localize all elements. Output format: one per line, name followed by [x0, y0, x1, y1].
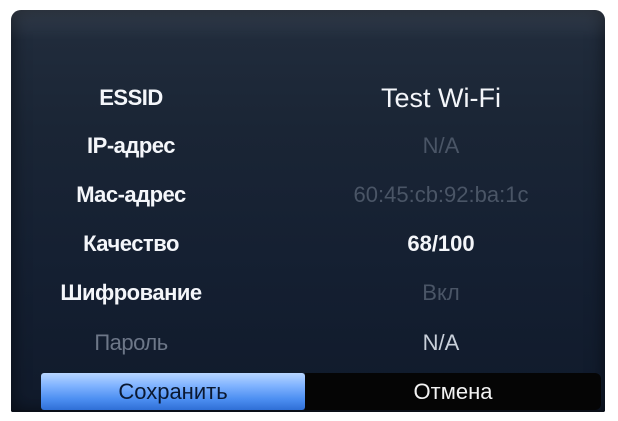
ip-address-label: IP-адрес — [87, 133, 175, 158]
encryption-row: Шифрование Вкл — [11, 271, 605, 315]
button-bar: Сохранить Отмена — [41, 373, 601, 410]
password-row: Пароль N/A — [11, 321, 605, 365]
encryption-value[interactable]: Вкл — [281, 271, 601, 315]
cancel-button[interactable]: Отмена — [305, 373, 601, 410]
mac-address-label: Mac-адрес — [76, 182, 186, 207]
mac-address-row: Mac-адрес 60:45:cb:92:ba:1c — [11, 173, 605, 217]
panel-bottom-edge — [11, 410, 605, 412]
essid-label: ESSID — [99, 85, 163, 110]
ip-address-value: N/A — [422, 133, 460, 158]
quality-label: Качество — [83, 231, 179, 256]
essid-row: ESSID Test Wi-Fi — [11, 76, 605, 120]
password-value[interactable]: N/A — [281, 321, 601, 365]
quality-row: Качество 68/100 — [11, 222, 605, 266]
quality-value: 68/100 — [407, 231, 475, 256]
mac-address-value: 60:45:cb:92:ba:1c — [353, 182, 529, 207]
encryption-label: Шифрование — [60, 280, 202, 305]
ip-address-row: IP-адрес N/A — [11, 124, 605, 168]
password-label: Пароль — [94, 330, 168, 355]
essid-value: Test Wi-Fi — [381, 83, 501, 113]
wifi-network-dialog: ESSID Test Wi-Fi IP-адрес N/A Mac-адрес … — [11, 10, 605, 412]
panel-gloss — [11, 10, 605, 40]
save-button[interactable]: Сохранить — [41, 373, 305, 410]
